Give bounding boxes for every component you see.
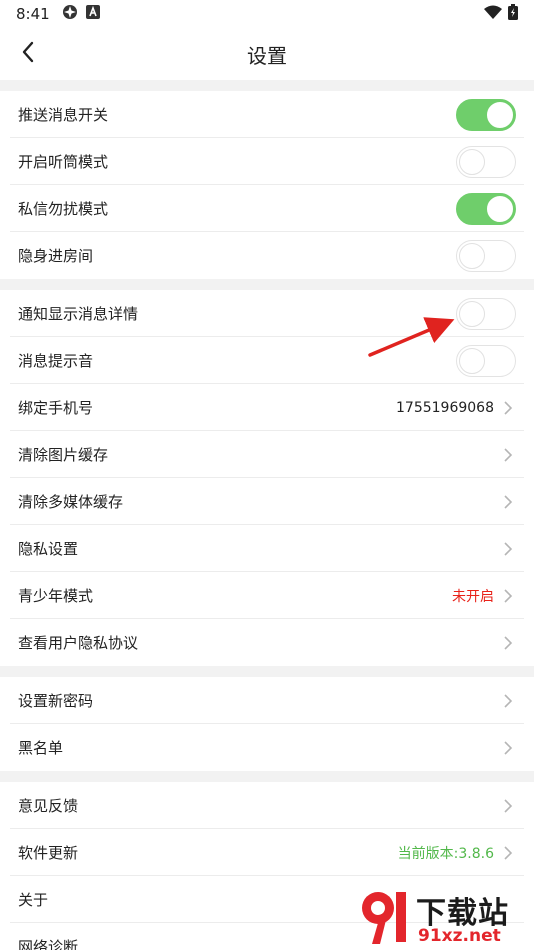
invisible-toggle[interactable] bbox=[456, 239, 516, 272]
chevron-right-icon bbox=[500, 494, 516, 510]
row-msg-sound: 消息提示音 bbox=[0, 337, 534, 384]
row-label: 清除多媒体缓存 bbox=[18, 493, 124, 511]
row-privacy-policy[interactable]: 查看用户隐私协议 bbox=[0, 619, 534, 666]
row-label: 推送消息开关 bbox=[18, 106, 109, 124]
teen-mode-status: 未开启 bbox=[452, 588, 494, 605]
chevron-right-icon bbox=[500, 798, 516, 814]
row-label: 清除图片缓存 bbox=[18, 446, 109, 464]
accessibility-a-icon bbox=[85, 5, 100, 23]
row-bind-phone[interactable]: 绑定手机号 17551969068 bbox=[0, 384, 534, 431]
row-blacklist[interactable]: 黑名单 bbox=[0, 724, 534, 771]
watermark-91-icon bbox=[362, 892, 406, 944]
chevron-right-icon bbox=[500, 740, 516, 756]
dnd-toggle[interactable] bbox=[456, 192, 516, 225]
row-label: 网络诊断 bbox=[18, 938, 79, 950]
row-clear-image[interactable]: 清除图片缓存 bbox=[0, 431, 534, 478]
row-feedback[interactable]: 意见反馈 bbox=[0, 782, 534, 829]
row-label: 消息提示音 bbox=[18, 352, 94, 370]
phone-number: 17551969068 bbox=[396, 399, 494, 416]
chevron-right-icon bbox=[500, 845, 516, 861]
row-label: 隐身进房间 bbox=[18, 247, 94, 265]
row-label: 黑名单 bbox=[18, 739, 64, 757]
toggle-knob bbox=[487, 101, 513, 128]
back-button[interactable] bbox=[10, 36, 46, 72]
vpn-icon bbox=[62, 4, 78, 24]
row-new-password[interactable]: 设置新密码 bbox=[0, 677, 534, 724]
page-title: 设置 bbox=[247, 43, 287, 68]
chevron-right-icon bbox=[500, 541, 516, 557]
notify-detail-toggle[interactable] bbox=[456, 297, 516, 330]
status-bar: 8:41 bbox=[0, 0, 534, 28]
row-clear-media[interactable]: 清除多媒体缓存 bbox=[0, 478, 534, 525]
settings-list: 推送消息开关 开启听筒模式 私信勿扰模式 隐身进房间 通知显示消息详情 消息提示… bbox=[0, 80, 534, 950]
watermark-url: 91xz.net bbox=[418, 926, 501, 946]
chevron-right-icon bbox=[500, 693, 516, 709]
row-label: 开启听筒模式 bbox=[18, 153, 109, 171]
toggle-knob bbox=[459, 347, 485, 374]
chevron-right-icon bbox=[500, 588, 516, 604]
toggle-knob bbox=[459, 148, 485, 175]
toggle-knob bbox=[459, 300, 485, 327]
toggle-knob bbox=[487, 195, 513, 222]
row-label: 通知显示消息详情 bbox=[18, 305, 139, 323]
row-invisible: 隐身进房间 bbox=[0, 232, 534, 279]
battery-icon bbox=[508, 4, 518, 24]
push-toggle[interactable] bbox=[456, 98, 516, 131]
wifi-icon bbox=[484, 5, 502, 23]
row-label: 绑定手机号 bbox=[18, 399, 94, 417]
row-teen-mode[interactable]: 青少年模式 未开启 bbox=[0, 572, 534, 619]
row-dnd: 私信勿扰模式 bbox=[0, 185, 534, 232]
chevron-right-icon bbox=[500, 635, 516, 651]
row-label: 隐私设置 bbox=[18, 540, 79, 558]
msg-sound-toggle[interactable] bbox=[456, 344, 516, 377]
app-bar: 设置 bbox=[0, 28, 534, 80]
row-earpiece: 开启听筒模式 bbox=[0, 138, 534, 185]
chevron-left-icon bbox=[21, 41, 35, 67]
row-notify-detail: 通知显示消息详情 bbox=[0, 290, 534, 337]
row-label: 查看用户隐私协议 bbox=[18, 634, 139, 652]
row-label: 私信勿扰模式 bbox=[18, 200, 109, 218]
row-label: 设置新密码 bbox=[18, 692, 94, 710]
earpiece-toggle[interactable] bbox=[456, 145, 516, 178]
row-label: 意见反馈 bbox=[18, 797, 79, 815]
row-push: 推送消息开关 bbox=[0, 91, 534, 138]
row-label: 关于 bbox=[18, 891, 49, 909]
row-label: 软件更新 bbox=[18, 844, 79, 862]
chevron-right-icon bbox=[500, 447, 516, 463]
row-label: 青少年模式 bbox=[18, 587, 94, 605]
toggle-knob bbox=[459, 242, 485, 269]
row-privacy[interactable]: 隐私设置 bbox=[0, 525, 534, 572]
version-text: 当前版本:3.8.6 bbox=[397, 845, 494, 862]
row-update[interactable]: 软件更新 当前版本:3.8.6 bbox=[0, 829, 534, 876]
chevron-right-icon bbox=[500, 400, 516, 416]
status-time: 8:41 bbox=[16, 5, 50, 23]
watermark-logo: 下载站 91xz.net bbox=[358, 886, 528, 950]
